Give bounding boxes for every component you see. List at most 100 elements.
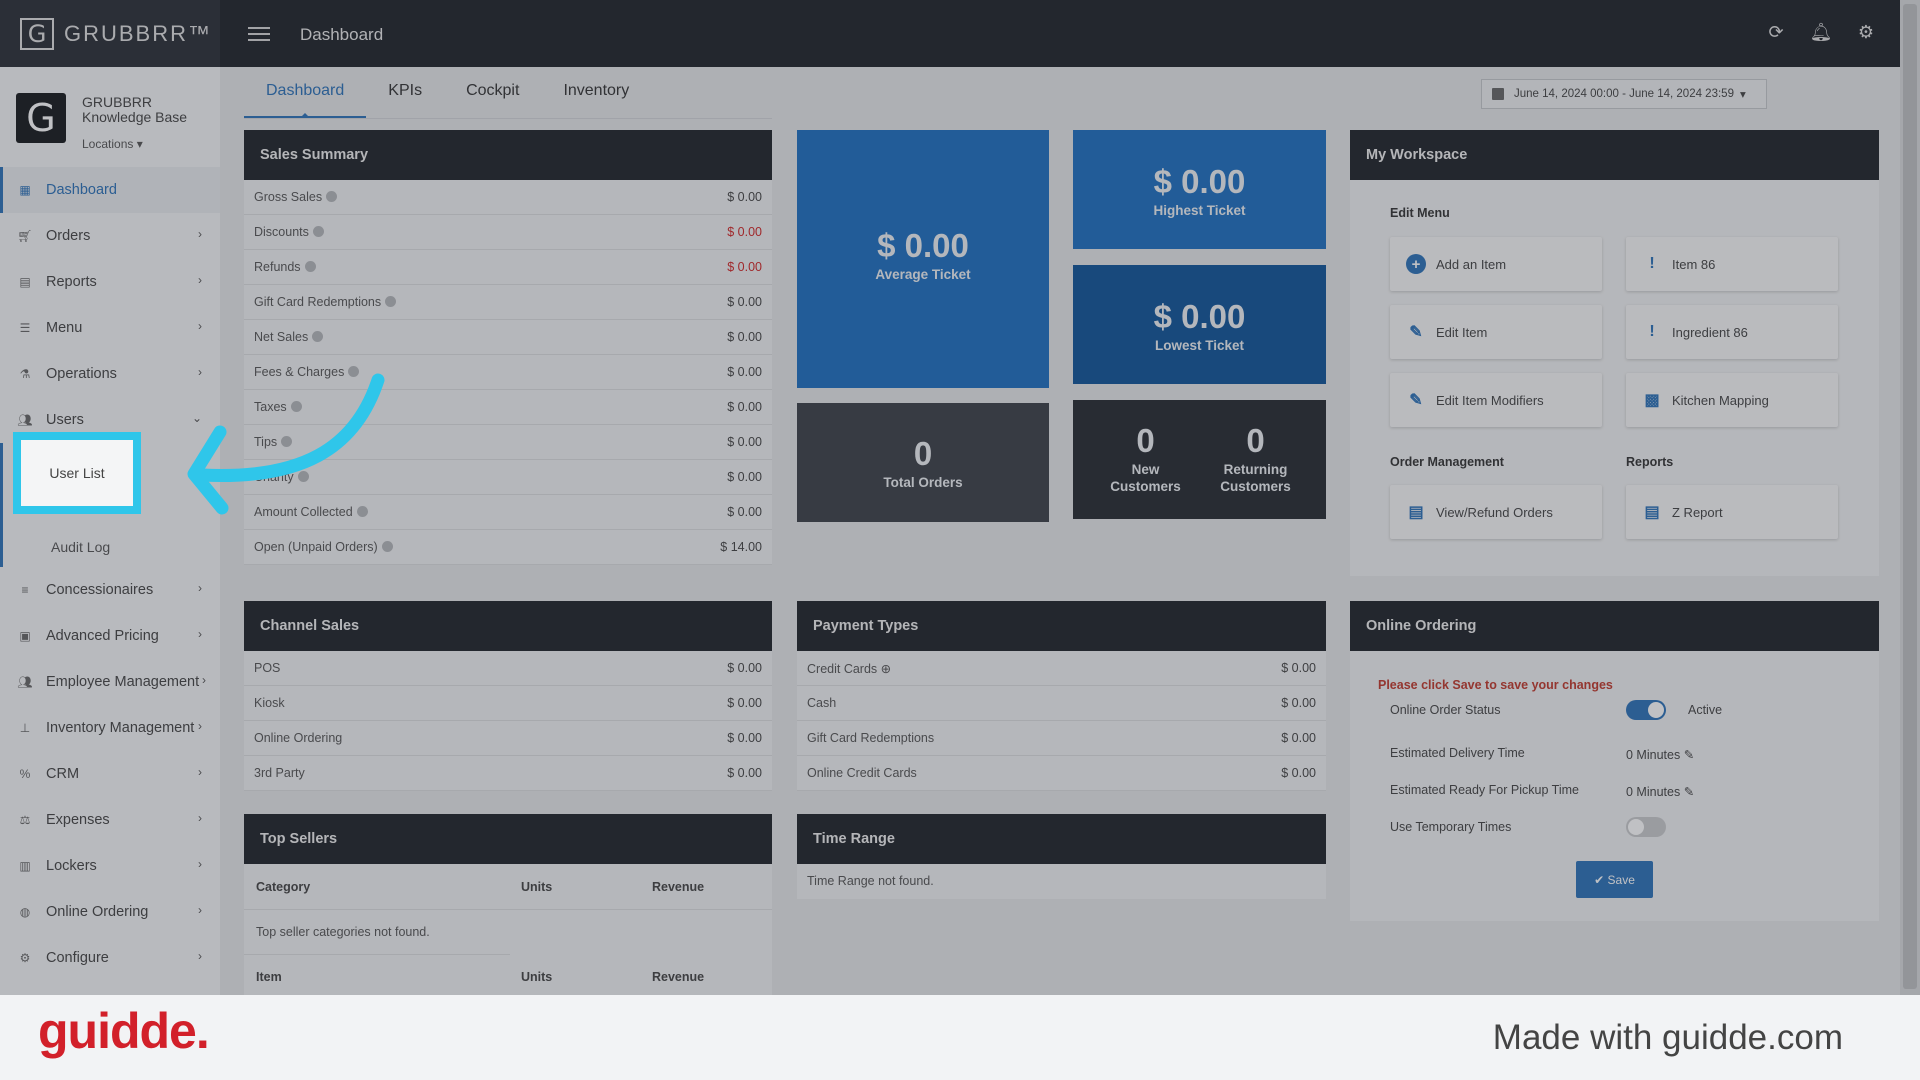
tab-dashboard[interactable]: Dashboard <box>244 82 367 118</box>
document-icon: ▤ <box>1408 504 1424 521</box>
locations-dropdown[interactable]: Locations ▾ <box>82 137 143 151</box>
col-revenue-2: Revenue <box>652 970 705 984</box>
payment-row-credit-cards: Credit Cards ⊕ $ 0.00 <box>797 651 1326 686</box>
percent-icon: % <box>19 767 31 781</box>
account-name: GRUBBRR Knowledge Base <box>82 94 188 125</box>
channel-row-3rd-party: 3rd Party $ 0.00 <box>244 756 772 791</box>
online-order-status-value: Active <box>1688 703 1723 717</box>
temporary-times-label: Use Temporary Times <box>1390 820 1512 834</box>
kitchen-mapping-button[interactable]: ▩ Kitchen Mapping <box>1626 373 1838 427</box>
refresh-icon[interactable]: ⟳ <box>1766 22 1786 42</box>
sidebar-item-concessionaires[interactable]: ≡ Concessionaires › <box>0 567 220 613</box>
users-icon: 👥︎ <box>17 413 33 427</box>
top-sellers-empty: Top seller categories not found. <box>256 925 430 939</box>
ingredient-86-button[interactable]: ! Ingredient 86 <box>1626 305 1838 359</box>
sidebar-item-online-ordering[interactable]: ◍ Online Ordering › <box>0 889 220 935</box>
guidde-logo: guidde. <box>38 1003 210 1059</box>
sidebar-item-lockers[interactable]: ▥ Lockers › <box>0 843 220 889</box>
sales-row-gift-card: Gift Card Redemptions $ 0.00 <box>244 285 772 320</box>
z-report-button[interactable]: ▤ Z Report <box>1626 485 1838 539</box>
pencil-icon[interactable]: ✎ <box>1684 785 1694 799</box>
gear-icon[interactable]: ⚙ <box>1856 22 1876 42</box>
sidebar-item-configure[interactable]: ⚙ Configure › <box>0 935 220 981</box>
col-revenue: Revenue <box>652 880 705 894</box>
tab-inventory[interactable]: Inventory <box>541 82 651 118</box>
sidebar: G GRUBBRR Knowledge Base Locations ▾ ▦ Da… <box>0 67 220 995</box>
channel-sales-title: Channel Sales <box>244 601 772 651</box>
sidebar-item-inventory-management[interactable]: ⊥ Inventory Management › <box>0 705 220 751</box>
cart-icon: 🛒︎ <box>17 229 33 243</box>
customers-tile: 0 New Customers 0 Returning Customers <box>1073 400 1326 519</box>
chevron-right-icon: › <box>198 319 202 333</box>
top-sellers-card: Top Sellers Category Units Revenue Top s… <box>244 814 772 995</box>
help-icon[interactable] <box>312 226 324 237</box>
lowest-ticket-tile: $ 0.00 Lowest Ticket <box>1073 265 1326 384</box>
help-icon[interactable] <box>304 261 316 272</box>
pencil-icon: ✎ <box>1409 324 1423 341</box>
tab-kpis[interactable]: KPIs <box>366 82 444 118</box>
bell-icon[interactable]: 🔔︎ <box>1810 22 1833 42</box>
chevron-right-icon: › <box>198 581 202 595</box>
edit-item-modifiers-button[interactable]: ✎ Edit Item Modifiers <box>1390 373 1602 427</box>
chevron-right-icon: › <box>198 903 202 917</box>
hamburger-menu-icon[interactable] <box>248 27 270 41</box>
total-orders-tile: 0 Total Orders <box>797 403 1049 522</box>
report-icon: ▤ <box>19 275 31 289</box>
order-management-label: Order Management <box>1390 455 1504 469</box>
add-item-button[interactable]: + Add an Item <box>1390 237 1602 291</box>
view-refund-orders-button[interactable]: ▤ View/Refund Orders <box>1390 485 1602 539</box>
date-range-picker[interactable]: June 14, 2024 00:00 - June 14, 2024 23:5… <box>1481 79 1767 109</box>
brand-logo[interactable]: G GRUBBRR™ <box>0 0 220 67</box>
channel-row-online-ordering: Online Ordering $ 0.00 <box>244 721 772 756</box>
sidebar-item-orders[interactable]: 🛒︎ Orders › <box>0 213 220 259</box>
sales-row-net: Net Sales $ 0.00 <box>244 320 772 355</box>
tab-cockpit[interactable]: Cockpit <box>444 82 541 118</box>
made-with-text: Made with guidde.com <box>1492 1018 1843 1057</box>
plus-circle-icon[interactable]: ⊕ <box>881 662 891 676</box>
col-item: Item <box>256 970 282 984</box>
time-range-empty: Time Range not found. <box>807 874 934 888</box>
channel-row-pos: POS $ 0.00 <box>244 651 772 686</box>
account-avatar: G <box>16 93 66 143</box>
sidebar-item-dashboard[interactable]: ▦ Dashboard <box>0 167 220 213</box>
help-icon[interactable] <box>381 541 393 552</box>
gear-icon: ⚙ <box>19 951 31 965</box>
sales-row-open-unpaid: Open (Unpaid Orders) $ 14.00 <box>244 530 772 565</box>
sidebar-item-advanced-pricing[interactable]: ▣ Advanced Pricing › <box>0 613 220 659</box>
tabs-divider <box>244 118 772 119</box>
item-86-button[interactable]: ! Item 86 <box>1626 237 1838 291</box>
sidebar-item-menu[interactable]: ☰ Menu › <box>0 305 220 351</box>
page-scrollbar[interactable] <box>1900 0 1920 995</box>
returning-customers: 0 Returning Customers <box>1220 422 1291 494</box>
pickup-time-label: Estimated Ready For Pickup Time <box>1390 783 1579 797</box>
sidebar-item-expenses[interactable]: ⚖ Expenses › <box>0 797 220 843</box>
save-button[interactable]: ✔ Save <box>1576 861 1653 898</box>
top-sellers-title: Top Sellers <box>244 814 772 864</box>
sales-summary-title: Sales Summary <box>244 130 772 180</box>
sidebar-subitem-audit-log[interactable]: Audit Log <box>0 527 220 567</box>
online-ordering-title: Online Ordering <box>1350 601 1879 651</box>
pickup-time-value: 0 Minutes ✎ <box>1626 785 1695 799</box>
highlighted-user-list[interactable]: User List <box>13 432 141 514</box>
chevron-right-icon: › <box>198 719 202 733</box>
help-icon[interactable] <box>385 296 397 307</box>
exclamation-icon: ! <box>1649 255 1655 272</box>
edit-item-button[interactable]: ✎ Edit Item <box>1390 305 1602 359</box>
chevron-right-icon: › <box>198 227 202 241</box>
pencil-icon[interactable]: ✎ <box>1684 748 1694 762</box>
document-icon: ▤ <box>1644 504 1660 521</box>
calendar-icon <box>1492 88 1504 100</box>
chevron-right-icon: › <box>198 949 202 963</box>
sidebar-item-crm[interactable]: % CRM › <box>0 751 220 797</box>
payment-types-card: Payment Types Credit Cards ⊕ $ 0.00 Cash $… <box>797 601 1326 791</box>
help-icon[interactable] <box>326 191 338 202</box>
reports-label: Reports <box>1626 455 1674 469</box>
temporary-times-toggle[interactable] <box>1626 817 1666 837</box>
sidebar-item-employee-management[interactable]: 👥︎ Employee Management › <box>0 659 220 705</box>
highest-ticket-tile: $ 0.00 Highest Ticket <box>1073 130 1326 249</box>
caret-down-icon: ▾ <box>1739 89 1746 101</box>
top-actions: ⟳ 🔔︎ ⚙ <box>1766 22 1876 42</box>
help-icon[interactable] <box>312 331 324 342</box>
online-order-status-toggle[interactable] <box>1626 700 1666 720</box>
sidebar-item-reports[interactable]: ▤ Reports › <box>0 259 220 305</box>
